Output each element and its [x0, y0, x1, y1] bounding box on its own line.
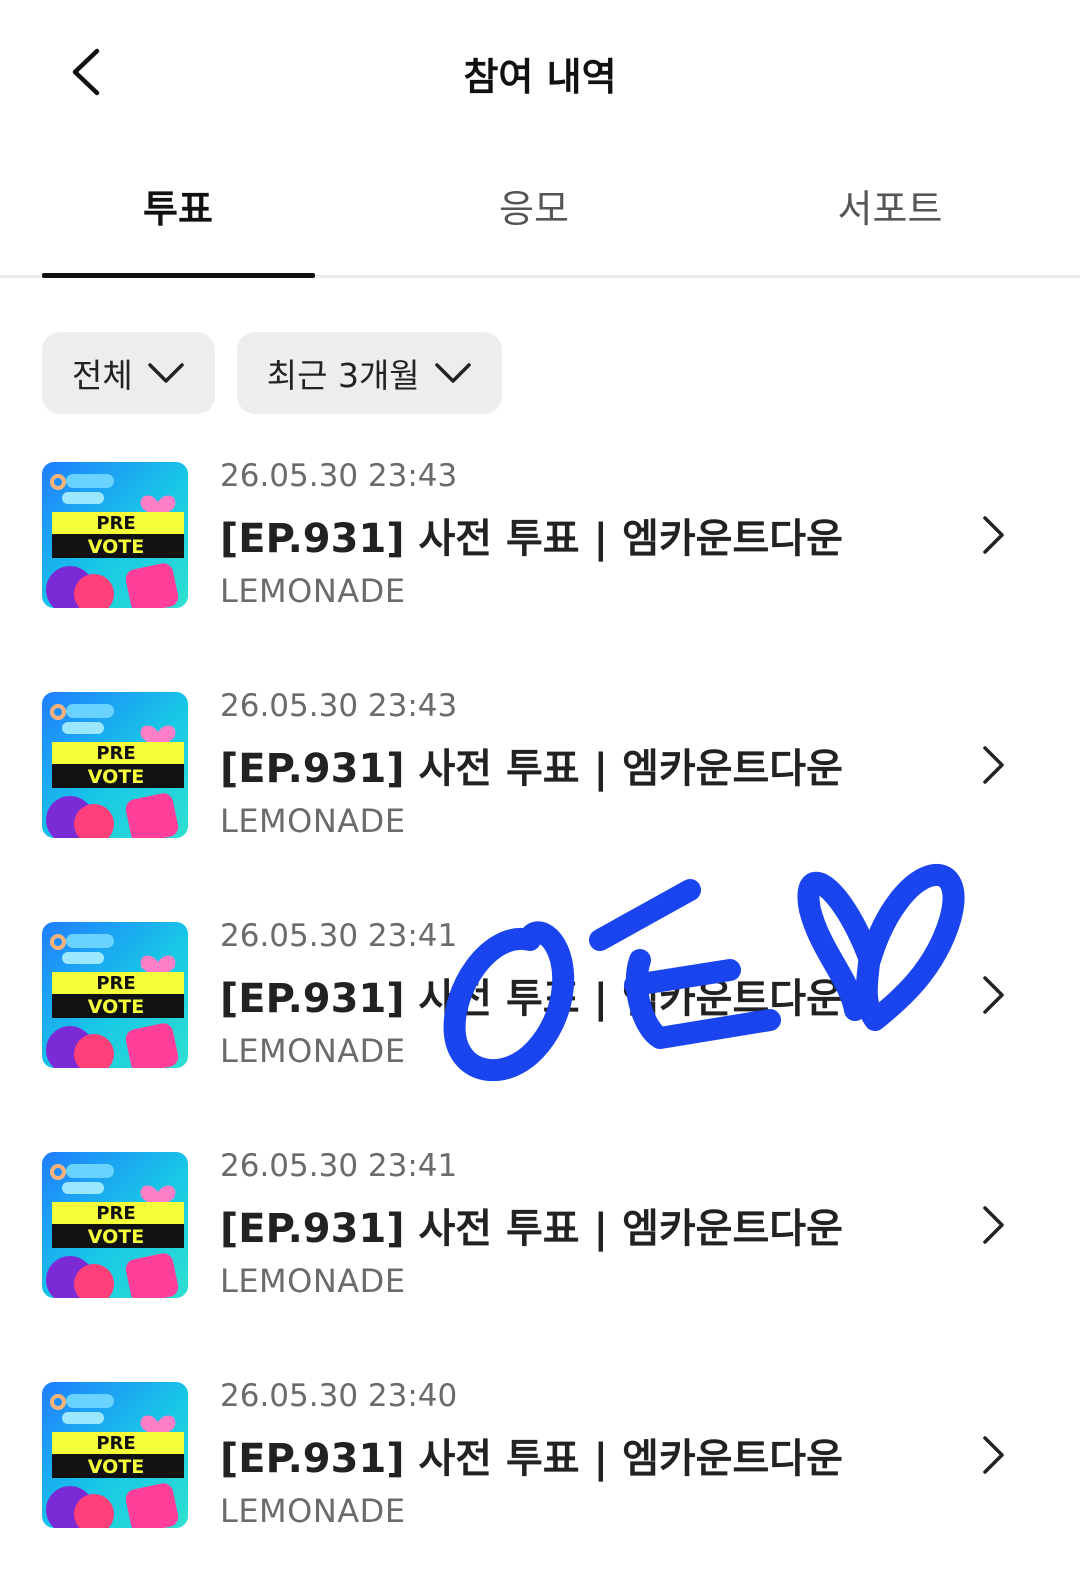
svg-text:PRE: PRE: [96, 973, 135, 994]
list-item[interactable]: PRE VOTE 26.05.30 23:43 [EP.931] 사전 투표 |…: [0, 448, 1080, 678]
tab-apply[interactable]: 응모: [356, 150, 712, 275]
svg-text:VOTE: VOTE: [88, 1456, 144, 1478]
item-date: 26.05.30 23:41: [220, 1148, 458, 1184]
item-title: [EP.931] 사전 투표 | 엠카운트다운: [220, 976, 843, 1022]
chevron-right-icon: [983, 976, 1004, 1014]
svg-text:PRE: PRE: [96, 1433, 135, 1454]
pre-vote-thumbnail-art: PRE VOTE: [42, 1382, 188, 1528]
item-title: [EP.931] 사전 투표 | 엠카운트다운: [220, 516, 843, 562]
tab-vote[interactable]: 투표: [0, 150, 356, 275]
vote-thumbnail: PRE VOTE: [42, 1382, 188, 1528]
chevron-right-icon: [983, 516, 1004, 554]
page-title: 참여 내역: [463, 55, 617, 99]
filter-type-label: 전체: [72, 356, 133, 395]
filter-period-dropdown[interactable]: 최근 3개월: [236, 332, 502, 414]
item-organizer: LEMONADE: [220, 572, 406, 610]
chevron-down-icon: [147, 363, 184, 383]
vote-thumbnail: PRE VOTE: [42, 922, 188, 1068]
chevron-right-icon: [983, 1436, 1004, 1474]
list-item[interactable]: PRE VOTE 26.05.30 23:40 [EP.931] 사전 투표 |…: [0, 1368, 1080, 1582]
item-date: 26.05.30 23:41: [220, 918, 458, 954]
vote-thumbnail: PRE VOTE: [42, 462, 188, 608]
vote-thumbnail: PRE VOTE: [42, 1152, 188, 1298]
filter-period-label: 최근 3개월: [266, 356, 420, 395]
pre-vote-thumbnail-art: PRE VOTE: [42, 1152, 188, 1298]
pre-vote-thumbnail-art: PRE VOTE: [42, 692, 188, 838]
svg-text:VOTE: VOTE: [88, 1226, 144, 1248]
active-tab-indicator: [42, 273, 315, 278]
chevron-right-icon: [983, 1206, 1004, 1244]
chevron-down-icon: [434, 363, 471, 383]
list-item[interactable]: PRE VOTE 26.05.30 23:41 [EP.931] 사전 투표 |…: [0, 1138, 1080, 1368]
svg-text:PRE: PRE: [96, 743, 135, 764]
list-item[interactable]: PRE VOTE 26.05.30 23:43 [EP.931] 사전 투표 |…: [0, 678, 1080, 908]
svg-text:PRE: PRE: [96, 513, 135, 534]
svg-text:VOTE: VOTE: [88, 766, 144, 788]
item-organizer: LEMONADE: [220, 1262, 406, 1300]
participation-list: PRE VOTE 26.05.30 23:43 [EP.931] 사전 투표 |…: [0, 448, 1080, 1582]
tab-bar: 투표 응모 서포트: [0, 150, 1080, 278]
header: 참여 내역: [0, 0, 1080, 150]
item-organizer: LEMONADE: [220, 802, 406, 840]
svg-text:VOTE: VOTE: [88, 536, 144, 558]
tab-support[interactable]: 서포트: [712, 150, 1068, 275]
pre-vote-thumbnail-art: PRE VOTE: [42, 462, 188, 608]
svg-text:PRE: PRE: [96, 1203, 135, 1224]
filter-type-dropdown[interactable]: 전체: [42, 332, 215, 414]
chevron-right-icon: [983, 746, 1004, 784]
item-title: [EP.931] 사전 투표 | 엠카운트다운: [220, 746, 843, 792]
item-title: [EP.931] 사전 투표 | 엠카운트다운: [220, 1206, 843, 1252]
item-date: 26.05.30 23:43: [220, 688, 458, 724]
vote-thumbnail: PRE VOTE: [42, 692, 188, 838]
item-date: 26.05.30 23:43: [220, 458, 458, 494]
pre-vote-thumbnail-art: PRE VOTE: [42, 922, 188, 1068]
filter-bar: 전체 최근 3개월: [42, 332, 502, 414]
svg-text:VOTE: VOTE: [88, 996, 144, 1018]
list-item[interactable]: PRE VOTE 26.05.30 23:41 [EP.931] 사전 투표 |…: [0, 908, 1080, 1138]
item-title: [EP.931] 사전 투표 | 엠카운트다운: [220, 1436, 843, 1482]
item-organizer: LEMONADE: [220, 1032, 406, 1070]
item-date: 26.05.30 23:40: [220, 1378, 458, 1414]
item-organizer: LEMONADE: [220, 1492, 406, 1530]
